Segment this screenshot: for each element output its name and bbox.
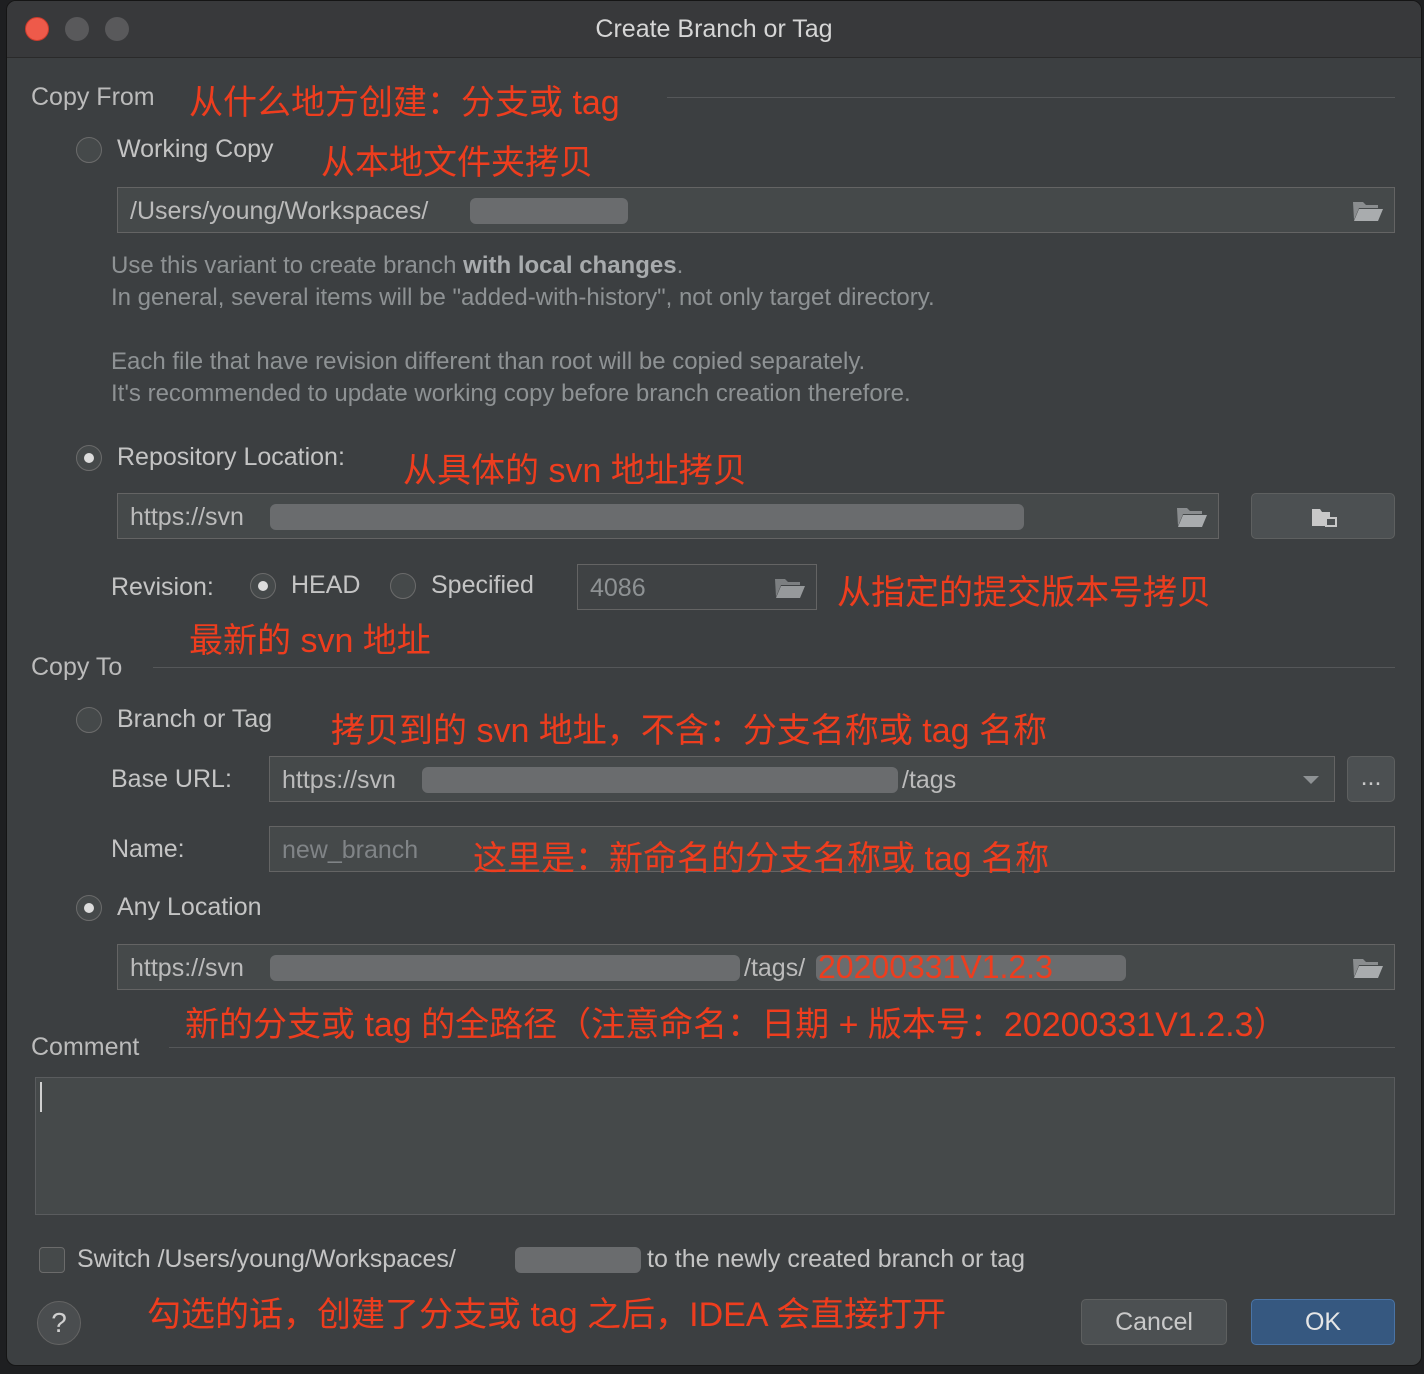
repository-location-radio[interactable]	[76, 445, 102, 471]
switch-annotation: 勾选的话，创建了分支或 tag 之后，IDEA 会直接打开	[147, 1296, 947, 1334]
revision-label: Revision:	[111, 573, 214, 601]
base-url-suffix: /tags	[902, 766, 957, 794]
specified-revision-radio[interactable]	[390, 573, 416, 599]
name-label: Name:	[111, 835, 185, 863]
help-button[interactable]: ?	[37, 1301, 81, 1345]
repository-browser-icon	[1312, 509, 1337, 527]
any-location-radio[interactable]	[76, 895, 102, 921]
folder-icon[interactable]	[774, 575, 806, 599]
any-location-label: Any Location	[117, 893, 262, 921]
text-caret	[40, 1082, 42, 1112]
copy-from-separator	[667, 97, 1395, 98]
redacted-path	[515, 1247, 641, 1273]
comment-separator	[169, 1047, 1395, 1048]
folder-icon[interactable]	[1176, 504, 1208, 528]
branch-or-tag-annotation: 拷贝到的 svn 地址，不含：分支名称或 tag 名称	[331, 712, 1047, 750]
redacted-url	[270, 504, 1024, 530]
copy-to-separator	[153, 667, 1395, 668]
repository-url-field[interactable]: https://svn	[117, 493, 1219, 539]
head-revision-label: HEAD	[291, 571, 361, 599]
cancel-button[interactable]: Cancel	[1081, 1299, 1227, 1345]
base-url-prefix: https://svn	[282, 766, 396, 794]
branch-or-tag-radio[interactable]	[76, 707, 102, 733]
base-url-label: Base URL:	[111, 765, 232, 793]
specified-revision-annotation: 从指定的提交版本号拷贝	[837, 574, 1211, 612]
copy-to-section-title: Copy To	[31, 653, 123, 681]
repository-location-annotation: 从具体的 svn 地址拷贝	[403, 452, 747, 490]
title-bar: Create Branch or Tag	[7, 1, 1421, 58]
switch-label-suffix: to the newly created branch or tag	[647, 1245, 1026, 1273]
repository-url-value: https://svn	[130, 503, 244, 531]
working-copy-radio[interactable]	[76, 137, 102, 163]
browse-repository-button[interactable]	[1251, 493, 1395, 539]
branch-or-tag-label: Branch or Tag	[117, 705, 273, 733]
head-revision-annotation: 最新的 svn 地址	[189, 622, 431, 660]
any-location-url-tags: /tags/	[744, 954, 806, 982]
switch-checkbox[interactable]	[39, 1247, 65, 1273]
copy-from-section-title: Copy From	[31, 83, 155, 111]
repository-location-label: Repository Location:	[117, 443, 345, 471]
head-revision-radio[interactable]	[250, 573, 276, 599]
browse-base-url-button[interactable]: ...	[1347, 756, 1395, 802]
comment-section-title: Comment	[31, 1033, 140, 1061]
create-branch-dialog: Create Branch or Tag Copy From 从什么地方创建：分…	[6, 0, 1422, 1366]
working-copy-path-field[interactable]: /Users/young/Workspaces/	[117, 187, 1395, 233]
working-copy-label: Working Copy	[117, 135, 274, 163]
folder-icon[interactable]	[1352, 955, 1384, 979]
folder-icon[interactable]	[1352, 198, 1384, 222]
revision-number-field[interactable]: 4086	[577, 564, 817, 610]
specified-revision-label: Specified	[431, 571, 534, 599]
any-location-url-tag-name: 20200331V1.2.3	[818, 949, 1053, 985]
window-title: Create Branch or Tag	[595, 15, 833, 43]
chevron-down-icon	[1303, 776, 1319, 784]
working-copy-hint-line-3: Each file that have revision different t…	[111, 348, 866, 375]
ok-button[interactable]: OK	[1251, 1299, 1395, 1345]
revision-number-value: 4086	[590, 574, 646, 602]
comment-textarea[interactable]	[35, 1077, 1395, 1215]
any-location-annotation: 新的分支或 tag 的全路径（注意命名：日期 + 版本号：20200331V1.…	[185, 1006, 1288, 1044]
redacted-path	[470, 198, 628, 224]
working-copy-path-value: /Users/young/Workspaces/	[130, 197, 429, 225]
name-placeholder: new_branch	[282, 836, 419, 864]
working-copy-hint-line-4: It's recommended to update working copy …	[111, 380, 911, 407]
working-copy-hint-line-2: In general, several items will be "added…	[111, 284, 935, 311]
working-copy-annotation: 从本地文件夹拷贝	[321, 144, 593, 182]
working-copy-hint-line-1: Use this variant to create branch with l…	[111, 252, 684, 279]
redacted-url	[422, 767, 898, 793]
base-url-dropdown[interactable]: https://svn /tags	[269, 756, 1335, 802]
name-annotation: 这里是：新命名的分支名称或 tag 名称	[473, 840, 1050, 878]
switch-label-prefix: Switch /Users/young/Workspaces/	[77, 1245, 456, 1273]
copy-from-annotation: 从什么地方创建：分支或 tag	[189, 84, 620, 122]
any-location-url-field[interactable]: https://svn /tags/ 20200331V1.2.3	[117, 944, 1395, 990]
any-location-url-prefix: https://svn	[130, 954, 244, 982]
redacted-url	[270, 955, 740, 981]
